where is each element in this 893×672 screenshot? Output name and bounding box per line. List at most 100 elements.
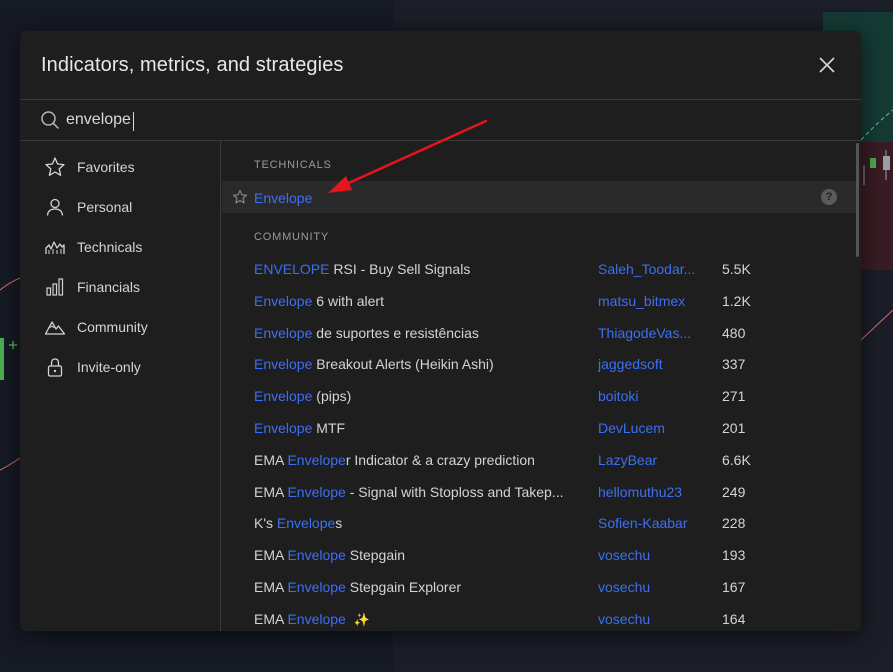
sidebar-item-community[interactable]: Community: [20, 307, 220, 347]
title-prefix: EMA: [254, 547, 288, 564]
title-prefix: EMA: [254, 451, 288, 468]
sidebar-item-label: Favorites: [77, 159, 135, 175]
community-result-row[interactable]: Envelope MTF DevLucem 201: [222, 412, 856, 444]
script-title: EMA Envelope Stepgain Explorer: [254, 579, 461, 595]
author-link[interactable]: Saleh_Toodar...: [598, 261, 695, 277]
sparkle-icon: ✨: [353, 611, 371, 627]
user-icon: [44, 196, 66, 218]
sidebar-item-label: Community: [77, 319, 148, 335]
community-result-row[interactable]: EMA Envelope - Signal with Stoploss and …: [222, 476, 856, 508]
search-input[interactable]: [66, 108, 766, 132]
title-match-highlight: Envelope: [287, 610, 346, 627]
title-match-highlight: Envelope: [254, 420, 313, 436]
script-title: Envelope (pips): [254, 388, 351, 404]
help-icon[interactable]: ?: [821, 189, 837, 205]
section-label-technicals: TECHNICALS: [254, 159, 332, 171]
author-link[interactable]: vosechu: [598, 611, 650, 627]
close-button[interactable]: [813, 51, 841, 79]
script-title: Envelope Breakout Alerts (Heikin Ashi): [254, 356, 494, 372]
title-suffix: de suportes e resistências: [312, 324, 479, 341]
bar-chart-icon: [44, 276, 66, 298]
title-suffix: MTF: [312, 420, 346, 436]
community-result-row[interactable]: EMA Envelope Stepgain Explorer vosechu 167: [222, 571, 856, 603]
title-match-highlight: Envelope: [254, 292, 313, 309]
usage-count: 337: [722, 356, 746, 373]
usage-count: 5.5K: [722, 261, 751, 277]
script-title: EMA Envelope - Signal with Stoploss and …: [254, 484, 564, 500]
title-prefix: EMA: [254, 483, 288, 500]
mountain-icon: [44, 316, 66, 338]
usage-count: 201: [722, 420, 746, 436]
community-result-row[interactable]: EMA Envelope ✨ vosechu 164: [222, 603, 856, 631]
script-title: Envelope de suportes e resistências: [254, 325, 479, 341]
chart-icon: [44, 236, 66, 258]
title-prefix: EMA: [254, 610, 288, 627]
community-result-row[interactable]: K's Envelopes Sofien-Kaabar 228: [222, 507, 856, 539]
author-link[interactable]: vosechu: [598, 547, 650, 563]
community-result-row[interactable]: Envelope (pips) boitoki 271: [222, 380, 856, 412]
title-match-highlight: Envelope: [276, 515, 336, 532]
author-link[interactable]: DevLucem: [598, 420, 665, 436]
usage-count: 6.6K: [722, 451, 751, 468]
community-result-row[interactable]: EMA Enveloper Indicator & a crazy predic…: [222, 444, 856, 476]
search-icon: [41, 111, 60, 130]
community-result-row[interactable]: Envelope de suportes e resistências Thiag…: [222, 317, 856, 349]
dialog-header: Indicators, metrics, and strategies: [20, 31, 861, 99]
scrollbar-thumb[interactable]: [856, 143, 859, 257]
sidebar-item-financials[interactable]: Financials: [20, 267, 220, 307]
author-link[interactable]: matsu_bitmex: [598, 293, 685, 309]
indicators-dialog: Indicators, metrics, and strategies Favo…: [20, 31, 861, 631]
usage-count: 193: [722, 547, 746, 564]
title-match-highlight: Envelope: [254, 388, 313, 405]
close-icon: [819, 57, 835, 73]
title-match-highlight: ENVELOPE: [254, 261, 330, 277]
sidebar-item-invite-only[interactable]: Invite-only: [20, 347, 220, 387]
community-result-row[interactable]: EMA Envelope Stepgain vosechu 193: [222, 539, 856, 571]
title-prefix: EMA: [254, 579, 288, 595]
title-suffix: 6 with alert: [312, 292, 384, 309]
sidebar-item-favorites[interactable]: Favorites: [20, 147, 220, 187]
script-title: Envelope MTF: [254, 420, 345, 436]
usage-count: 1.2K: [722, 292, 751, 309]
author-link[interactable]: ThiagodeVas...: [598, 325, 691, 341]
results-list: TECHNICALS Envelope ? COMMUNITY ENVELOPE…: [222, 141, 861, 631]
community-result-row[interactable]: Envelope 6 with alert matsu_bitmex 1.2K: [222, 285, 856, 317]
sidebar-item-label: Financials: [77, 279, 141, 295]
sidebar-item-label: Invite-only: [77, 359, 141, 375]
title-suffix: r Indicator & a crazy prediction: [345, 451, 535, 468]
usage-count: 164: [722, 610, 746, 627]
community-result-row[interactable]: ENVELOPE RSI - Buy Sell Signals Saleh_Too…: [222, 253, 856, 285]
title-match-highlight: Envelope: [287, 483, 346, 500]
technical-name: Envelope: [254, 190, 313, 206]
author-link[interactable]: vosechu: [598, 579, 650, 595]
technical-result-row[interactable]: Envelope ?: [222, 181, 856, 213]
title-match-highlight: Envelope: [287, 579, 346, 595]
author-link[interactable]: jaggedsoft: [598, 356, 663, 372]
title-suffix: Stepgain Explorer: [345, 579, 462, 595]
author-link[interactable]: boitoki: [598, 388, 638, 404]
title-suffix: (pips): [312, 388, 352, 405]
section-label-community: COMMUNITY: [254, 231, 330, 243]
title-suffix: s: [335, 515, 343, 532]
title-prefix: K's: [254, 515, 277, 532]
author-link[interactable]: Sofien-Kaabar: [598, 515, 688, 531]
dialog-title: Indicators, metrics, and strategies: [41, 54, 344, 76]
community-result-row[interactable]: Envelope Breakout Alerts (Heikin Ashi) ja…: [222, 348, 856, 380]
favorite-star-icon[interactable]: [232, 189, 248, 205]
sidebar-item-label: Technicals: [77, 239, 143, 255]
usage-count: 167: [722, 579, 746, 595]
usage-count: 480: [722, 324, 746, 341]
author-link[interactable]: LazyBear: [598, 452, 657, 468]
author-link[interactable]: hellomuthu23: [598, 484, 682, 500]
sidebar-item-label: Personal: [77, 199, 133, 215]
script-title: EMA Envelope ✨: [254, 611, 370, 628]
title-suffix: Breakout Alerts (Heikin Ashi): [312, 356, 494, 373]
sidebar-item-technicals[interactable]: Technicals: [20, 227, 220, 267]
title-suffix: Stepgain: [345, 547, 406, 564]
text-caret: [133, 112, 134, 131]
sidebar-item-personal[interactable]: Personal: [20, 187, 220, 227]
script-title: K's Envelopes: [254, 515, 342, 531]
script-title: EMA Enveloper Indicator & a crazy predic…: [254, 452, 535, 468]
star-icon: [44, 156, 66, 178]
category-sidebar: Favorites Personal Technicals Financials…: [20, 141, 221, 631]
